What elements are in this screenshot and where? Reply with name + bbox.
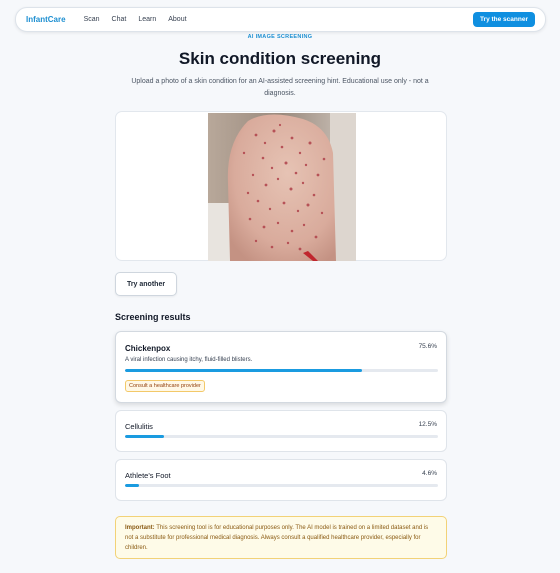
nav-link-about[interactable]: About bbox=[168, 16, 186, 23]
try-scanner-button[interactable]: Try the scanner bbox=[472, 12, 535, 27]
result-card-chickenpox: Chickenpox 75.6% A viral infection causi… bbox=[115, 331, 447, 403]
nav-link-chat[interactable]: Chat bbox=[112, 16, 127, 23]
condition-name: Chickenpox bbox=[125, 344, 171, 353]
confidence-bar-fill bbox=[125, 435, 165, 438]
page-subtitle: Upload a photo of a skin condition for a… bbox=[131, 78, 429, 97]
condition-percent: 4.6% bbox=[422, 470, 437, 477]
condition-percent: 12.5% bbox=[418, 421, 437, 428]
eyebrow-label: AI IMAGE SCREENING bbox=[247, 34, 313, 40]
condition-percent: 75.6% bbox=[418, 343, 437, 350]
upload-preview-panel bbox=[115, 111, 447, 261]
try-another-button[interactable]: Try another bbox=[115, 272, 177, 296]
condition-name: Athlete's Foot bbox=[125, 471, 171, 480]
top-nav: InfantCare Scan Chat Learn About Try the… bbox=[15, 7, 546, 32]
confidence-bar bbox=[125, 369, 438, 372]
nav-link-scan[interactable]: Scan bbox=[84, 16, 100, 23]
confidence-bar-fill bbox=[125, 484, 140, 487]
results-heading: Screening results bbox=[115, 312, 191, 322]
page-title: Skin condition screening bbox=[178, 49, 382, 68]
confidence-bar bbox=[125, 484, 438, 487]
result-card-athletes-foot: Athlete's Foot 4.6% bbox=[115, 459, 447, 501]
disclaimer-notice: Important: This screening tool is for ed… bbox=[115, 516, 447, 559]
brand-logo[interactable]: InfantCare bbox=[26, 15, 66, 24]
disclaimer-label: Important: bbox=[125, 525, 155, 531]
consult-badge: Consult a healthcare provider bbox=[125, 380, 205, 392]
disclaimer-text: This screening tool is for educational p… bbox=[125, 525, 429, 551]
condition-name: Cellulitis bbox=[125, 422, 153, 431]
nav-link-learn[interactable]: Learn bbox=[138, 16, 156, 23]
result-card-cellulitis: Cellulitis 12.5% bbox=[115, 410, 447, 452]
confidence-bar-fill bbox=[125, 369, 362, 372]
uploaded-skin-photo bbox=[208, 113, 356, 261]
confidence-bar bbox=[125, 435, 438, 438]
condition-description: A viral infection causing itchy, fluid-f… bbox=[125, 357, 253, 363]
